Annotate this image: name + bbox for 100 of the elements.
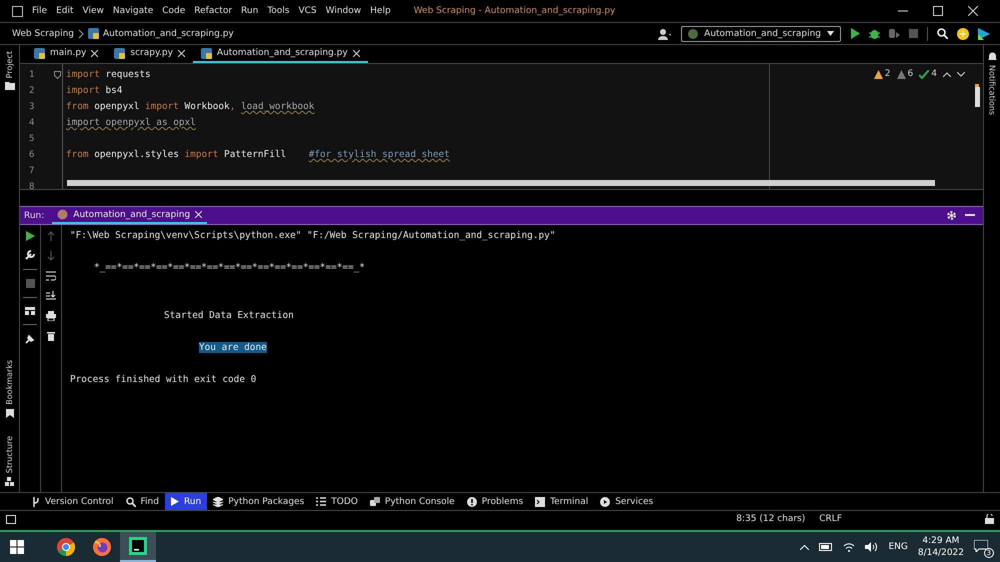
run-panel-label: Run: (24, 210, 44, 220)
search-icon[interactable] (937, 28, 948, 39)
code-line: import openpyxl as opxl (66, 117, 196, 128)
breadcrumb-item[interactable]: Web Scraping (12, 28, 74, 38)
pin-icon[interactable] (25, 334, 35, 344)
menu-item[interactable]: Navigate (112, 6, 154, 16)
windows-start-icon[interactable] (10, 540, 24, 554)
tool-window-button[interactable]: Run (164, 493, 208, 510)
lock-icon[interactable] (985, 514, 994, 524)
coverage-icon[interactable] (889, 28, 900, 39)
language-indicator[interactable]: ENG (888, 542, 908, 552)
tool-window-button[interactable]: Services (594, 493, 660, 510)
menu-item[interactable]: VCS (298, 6, 317, 16)
caret-icon (827, 31, 834, 36)
previous-highlight-icon[interactable] (943, 72, 951, 76)
plugin-badge-icon[interactable] (957, 28, 969, 40)
python-file-icon (200, 48, 212, 58)
horizontal-scrollbar[interactable] (67, 180, 935, 186)
close-icon[interactable] (178, 50, 185, 56)
wrench-icon[interactable] (25, 250, 35, 260)
project-tool-button[interactable]: Project (5, 51, 14, 78)
check-icon (919, 70, 930, 78)
settings-icon[interactable] (946, 210, 957, 221)
taskbar-app[interactable] (120, 532, 156, 562)
editor-tab[interactable]: main.py (26, 45, 106, 63)
menu-item[interactable]: File (32, 6, 48, 16)
tool-window-button[interactable]: Python Packages (207, 493, 310, 510)
editor-tab[interactable]: scrapy.py (106, 45, 193, 63)
chevron-up-icon[interactable] (800, 544, 810, 550)
down-arrow-icon[interactable] (47, 251, 55, 261)
notifications-tool-button[interactable]: Notifications (988, 65, 996, 116)
menu-item[interactable]: Window (326, 6, 362, 16)
close-icon[interactable] (195, 211, 202, 218)
run-icon[interactable] (850, 28, 860, 39)
stop-icon[interactable] (26, 279, 34, 288)
menu-item[interactable]: View (82, 6, 104, 16)
line-number: 7 (29, 165, 34, 178)
inspection-count[interactable]: 2 (874, 69, 891, 79)
list-icon (316, 497, 326, 506)
python-file-icon (34, 48, 45, 58)
scroll-thumb[interactable] (975, 87, 980, 107)
search-icon (126, 496, 136, 506)
close-icon[interactable] (968, 6, 978, 16)
menu-item[interactable]: Help (370, 6, 391, 16)
inspection-count[interactable]: 4 (919, 69, 937, 79)
inspection-count[interactable]: 6 (896, 69, 914, 79)
debug-icon[interactable] (869, 28, 880, 39)
warning-marker[interactable] (975, 84, 979, 87)
status-item[interactable]: 8:35 (12 chars) (736, 514, 806, 524)
info-icon (466, 496, 477, 506)
run-tab[interactable]: Automation_and_scraping (52, 207, 208, 224)
terminal-icon (535, 496, 546, 506)
menu-item[interactable]: Code (162, 6, 186, 16)
structure-tool-button[interactable]: Structure (5, 436, 14, 473)
tool-window-button[interactable]: Python Console (364, 493, 461, 510)
tool-window-button[interactable]: Version Control (26, 493, 120, 510)
panel-toggle-icon[interactable] (6, 514, 16, 524)
tool-window-button[interactable]: Find (120, 493, 165, 510)
tool-window-button[interactable]: TODO (310, 493, 364, 510)
close-icon[interactable] (91, 50, 98, 56)
trash-icon[interactable] (47, 331, 55, 341)
chevron-icon (78, 28, 84, 38)
clock-date[interactable]: 8/14/2022 (918, 547, 964, 559)
breadcrumb-item[interactable]: Automation_and_scraping.py (103, 28, 234, 38)
menu-item[interactable]: Tools (267, 6, 290, 16)
menu-item[interactable]: Refactor (194, 6, 232, 16)
print-icon[interactable] (46, 311, 56, 321)
tool-window-button[interactable]: Terminal (529, 493, 594, 510)
code-line: from openpyxl.styles import PatternFill #for stylish spread sheet (66, 149, 450, 160)
clock-time[interactable]: 4:29 AM (922, 535, 960, 547)
maximize-icon[interactable] (933, 6, 943, 16)
rerun-icon[interactable] (26, 231, 34, 241)
close-icon[interactable] (352, 50, 360, 56)
bookmark-icon[interactable] (6, 408, 14, 418)
bookmarks-tool-button[interactable]: Bookmarks (5, 360, 14, 405)
layout-icon[interactable] (25, 307, 35, 315)
status-item[interactable]: CRLF (819, 514, 842, 524)
run-configuration-dropdown[interactable]: Automation_and_scraping (681, 26, 841, 42)
soft-wrap-icon[interactable] (46, 271, 56, 281)
folder-icon[interactable] (4, 82, 14, 90)
battery-icon[interactable] (819, 543, 834, 551)
menu-item[interactable]: Edit (56, 6, 74, 16)
code-line: import bs4 (66, 85, 122, 96)
menu-item[interactable]: Run (241, 6, 258, 16)
fold-marker-icon[interactable] (54, 71, 61, 79)
window-title: Web Scraping - Automation_and_scraping.py (414, 6, 616, 16)
line-number: 2 (29, 85, 34, 98)
speaker-icon[interactable] (865, 542, 878, 552)
bell-icon[interactable] (988, 51, 996, 61)
wifi-icon[interactable] (843, 542, 856, 552)
scroll-to-end-icon[interactable] (46, 291, 56, 301)
up-arrow-icon[interactable] (47, 231, 55, 241)
structure-icon[interactable] (5, 477, 14, 486)
hide-icon[interactable] (965, 214, 975, 217)
next-highlight-icon[interactable] (957, 72, 965, 76)
user-icon[interactable] (658, 28, 672, 40)
tool-window-button[interactable]: Problems (460, 493, 530, 510)
layers-icon (213, 496, 224, 506)
warning-icon (896, 70, 906, 78)
browser-icon (57, 538, 75, 556)
